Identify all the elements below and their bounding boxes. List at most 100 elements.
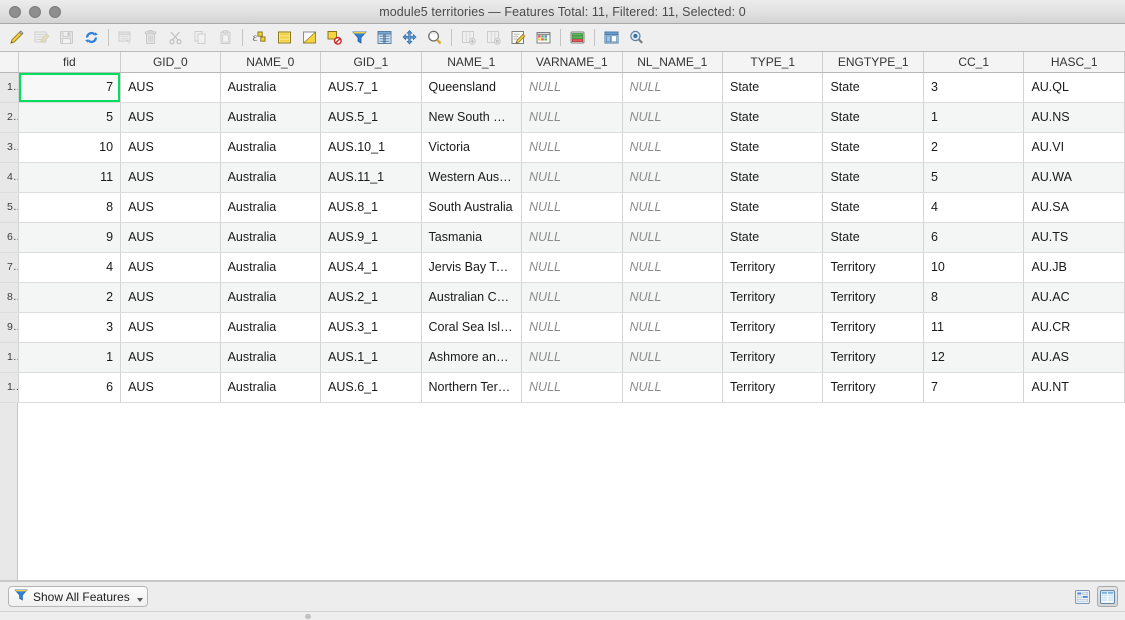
cell-nl_name_1[interactable]: NULL (622, 312, 723, 343)
cell-varname_1[interactable]: NULL (521, 72, 623, 103)
cell-hasc_1[interactable]: AU.VI (1023, 132, 1125, 163)
close-button[interactable] (9, 5, 21, 18)
cell-fid[interactable]: 8 (18, 192, 122, 223)
cell-hasc_1[interactable]: AU.TS (1023, 222, 1125, 253)
reload-table-icon[interactable] (79, 26, 104, 50)
cell-name_1[interactable]: Jervis Bay Te… (421, 252, 523, 283)
cell-gid_0[interactable]: AUS (120, 252, 221, 283)
cell-gid_1[interactable]: AUS.11_1 (320, 162, 422, 193)
table-row[interactable]: 10 1 AUS Australia AUS.1_1 Ashmore and … NULL N… (0, 342, 1125, 373)
cell-type_1[interactable]: State (722, 192, 824, 223)
cell-name_1[interactable]: South Australia (421, 192, 523, 223)
cell-engtype_1[interactable]: State (822, 72, 924, 103)
row-header[interactable]: 6 (0, 222, 19, 253)
cell-gid_1[interactable]: AUS.7_1 (320, 72, 422, 103)
cell-name_0[interactable]: Australia (220, 132, 322, 163)
select-all-corner[interactable] (0, 52, 19, 73)
cell-cc_1[interactable]: 5 (923, 162, 1025, 193)
column-header-engtype1[interactable]: ENGTYPE_1 (822, 52, 924, 73)
cell-nl_name_1[interactable]: NULL (622, 252, 723, 283)
cell-gid_0[interactable]: AUS (120, 72, 221, 103)
column-header-name0[interactable]: NAME_0 (220, 52, 322, 73)
column-header-name1[interactable]: NAME_1 (421, 52, 523, 73)
zoom-to-selection-icon[interactable] (422, 26, 447, 50)
cell-name_1[interactable]: Tasmania (421, 222, 523, 253)
row-header[interactable]: 10 (0, 342, 19, 373)
cell-name_0[interactable]: Australia (220, 252, 322, 283)
cell-gid_1[interactable]: AUS.8_1 (320, 192, 422, 223)
cell-cc_1[interactable]: 8 (923, 282, 1025, 313)
scrollbar-thumb[interactable] (305, 614, 311, 619)
cell-type_1[interactable]: Territory (722, 312, 824, 343)
cell-gid_1[interactable]: AUS.3_1 (320, 312, 422, 343)
cell-type_1[interactable]: State (722, 132, 824, 163)
cell-cc_1[interactable]: 6 (923, 222, 1025, 253)
cell-varname_1[interactable]: NULL (521, 192, 623, 223)
cell-fid[interactable]: 9 (18, 222, 122, 253)
select-by-expression-icon[interactable]: ε (247, 26, 272, 50)
cell-gid_1[interactable]: AUS.5_1 (320, 102, 422, 133)
table-row[interactable]: 2 5 AUS Australia AUS.5_1 New South W… NULL NUL… (0, 102, 1125, 133)
cell-gid_1[interactable]: AUS.9_1 (320, 222, 422, 253)
cell-gid_0[interactable]: AUS (120, 312, 221, 343)
cell-nl_name_1[interactable]: NULL (622, 282, 723, 313)
cell-engtype_1[interactable]: State (822, 132, 924, 163)
attribute-table[interactable]: fid GID_0 NAME_0 GID_1 NAME_1 VARNAME_1 … (0, 52, 1125, 581)
cell-type_1[interactable]: State (722, 162, 824, 193)
table-view-button[interactable] (1097, 586, 1118, 607)
table-row[interactable]: 5 8 AUS Australia AUS.8_1 South Australia NULL… (0, 192, 1125, 223)
cell-hasc_1[interactable]: AU.QL (1023, 72, 1125, 103)
table-row[interactable]: 6 9 AUS Australia AUS.9_1 Tasmania NULL NULL Sta… (0, 222, 1125, 253)
cell-name_0[interactable]: Australia (220, 282, 322, 313)
table-row[interactable]: 8 2 AUS Australia AUS.2_1 Australian Ca… NULL N… (0, 282, 1125, 313)
zoom-button[interactable] (49, 5, 61, 18)
cell-hasc_1[interactable]: AU.AC (1023, 282, 1125, 313)
cell-name_0[interactable]: Australia (220, 162, 322, 193)
cell-name_0[interactable]: Australia (220, 312, 322, 343)
cell-name_1[interactable]: New South W… (421, 102, 523, 133)
cell-fid-selected[interactable]: 7 (18, 72, 122, 103)
select-all-icon[interactable] (272, 26, 297, 50)
cell-type_1[interactable]: Territory (722, 372, 824, 403)
cell-cc_1[interactable]: 1 (923, 102, 1025, 133)
cell-gid_0[interactable]: AUS (120, 342, 221, 373)
actions-icon[interactable] (624, 26, 649, 50)
cell-varname_1[interactable]: NULL (521, 342, 623, 373)
cell-varname_1[interactable]: NULL (521, 282, 623, 313)
row-header[interactable]: 9 (0, 312, 19, 343)
cell-nl_name_1[interactable]: NULL (622, 342, 723, 373)
cell-nl_name_1[interactable]: NULL (622, 102, 723, 133)
cell-engtype_1[interactable]: State (822, 162, 924, 193)
row-header[interactable]: 8 (0, 282, 19, 313)
cell-name_1[interactable]: Western Aust… (421, 162, 523, 193)
row-header[interactable]: 1 (0, 72, 19, 103)
cell-gid_1[interactable]: AUS.10_1 (320, 132, 422, 163)
cell-varname_1[interactable]: NULL (521, 312, 623, 343)
cell-gid_0[interactable]: AUS (120, 132, 221, 163)
cell-nl_name_1[interactable]: NULL (622, 132, 723, 163)
table-row[interactable]: 9 3 AUS Australia AUS.3_1 Coral Sea Isla… NULL… (0, 312, 1125, 343)
cell-engtype_1[interactable]: Territory (822, 282, 924, 313)
cell-varname_1[interactable]: NULL (521, 102, 623, 133)
column-header-fid[interactable]: fid (18, 52, 122, 73)
column-header-varname1[interactable]: VARNAME_1 (521, 52, 623, 73)
cell-type_1[interactable]: Territory (722, 252, 824, 283)
horizontal-scrollbar[interactable] (0, 611, 1125, 620)
cell-varname_1[interactable]: NULL (521, 372, 623, 403)
cell-type_1[interactable]: State (722, 72, 824, 103)
cell-gid_0[interactable]: AUS (120, 282, 221, 313)
row-header[interactable]: 11 (0, 372, 19, 403)
organize-columns-icon[interactable] (565, 26, 590, 50)
cell-hasc_1[interactable]: AU.SA (1023, 192, 1125, 223)
deselect-all-icon[interactable] (322, 26, 347, 50)
row-header[interactable]: 7 (0, 252, 19, 283)
cell-name_0[interactable]: Australia (220, 102, 322, 133)
chevron-down-icon[interactable] (136, 597, 143, 602)
filter-expression-icon[interactable] (347, 26, 372, 50)
cell-name_0[interactable]: Australia (220, 372, 322, 403)
cell-fid[interactable]: 4 (18, 252, 122, 283)
conditional-formatting-icon[interactable] (531, 26, 556, 50)
column-header-gid0[interactable]: GID_0 (120, 52, 221, 73)
cell-engtype_1[interactable]: Territory (822, 342, 924, 373)
cell-name_1[interactable]: Ashmore and … (421, 342, 523, 373)
